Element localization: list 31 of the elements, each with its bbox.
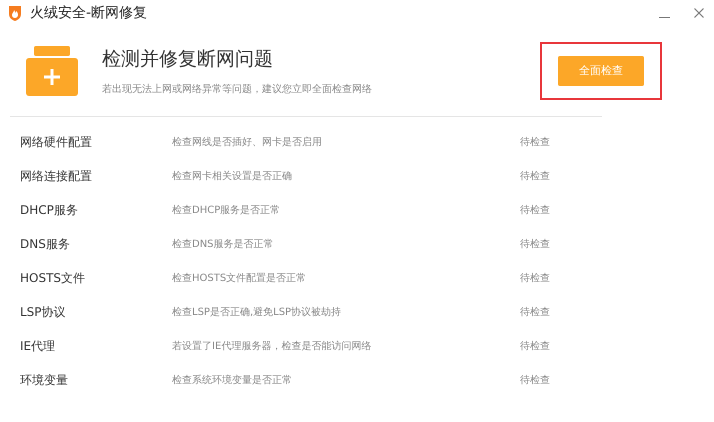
- check-description: 检查系统环境变量是否正常: [172, 374, 293, 388]
- check-description: 检查HOSTS文件配置是否正常: [172, 272, 308, 286]
- check-status: 待检查: [520, 204, 550, 218]
- check-name: DHCP服务: [20, 202, 79, 219]
- check-name: 环境变量: [20, 372, 69, 389]
- check-name: DNS服务: [20, 236, 71, 253]
- check-name: 网络连接配置: [20, 168, 93, 185]
- check-name: LSP协议: [20, 304, 67, 321]
- check-name: HOSTS文件: [20, 270, 86, 287]
- check-status: 待检查: [520, 306, 550, 320]
- check-status: 待检查: [520, 340, 550, 354]
- folder-plus-icon: [26, 46, 78, 96]
- check-description: 检查DHCP服务是否正常: [172, 204, 282, 218]
- check-name: 网络硬件配置: [20, 134, 93, 151]
- page-subtitle: 若出现无法上网或网络异常等问题，建议您立即全面检查网络: [102, 82, 372, 97]
- check-description: 若设置了IE代理服务器，检查是否能访问网络: [172, 340, 372, 354]
- close-icon[interactable]: [694, 8, 704, 18]
- window-title: 火绒安全-断网修复: [30, 4, 148, 22]
- check-status: 待检查: [520, 272, 550, 286]
- check-description: 检查LSP是否正确,避免LSP协议被劫持: [172, 306, 342, 320]
- check-description: 检查网卡相关设置是否正确: [172, 170, 293, 184]
- full-scan-button[interactable]: 全面检查: [558, 56, 644, 86]
- check-status: 待检查: [520, 136, 550, 150]
- check-status: 待检查: [520, 238, 550, 252]
- page-heading: 检测并修复断网问题: [102, 47, 274, 72]
- check-status: 待检查: [520, 374, 550, 388]
- flame-shield-icon: [8, 5, 22, 21]
- check-description: 检查网线是否插好、网卡是否启用: [172, 136, 323, 150]
- check-status: 待检查: [520, 170, 550, 184]
- check-name: IE代理: [20, 338, 56, 355]
- check-description: 检查DNS服务是否正常: [172, 238, 275, 252]
